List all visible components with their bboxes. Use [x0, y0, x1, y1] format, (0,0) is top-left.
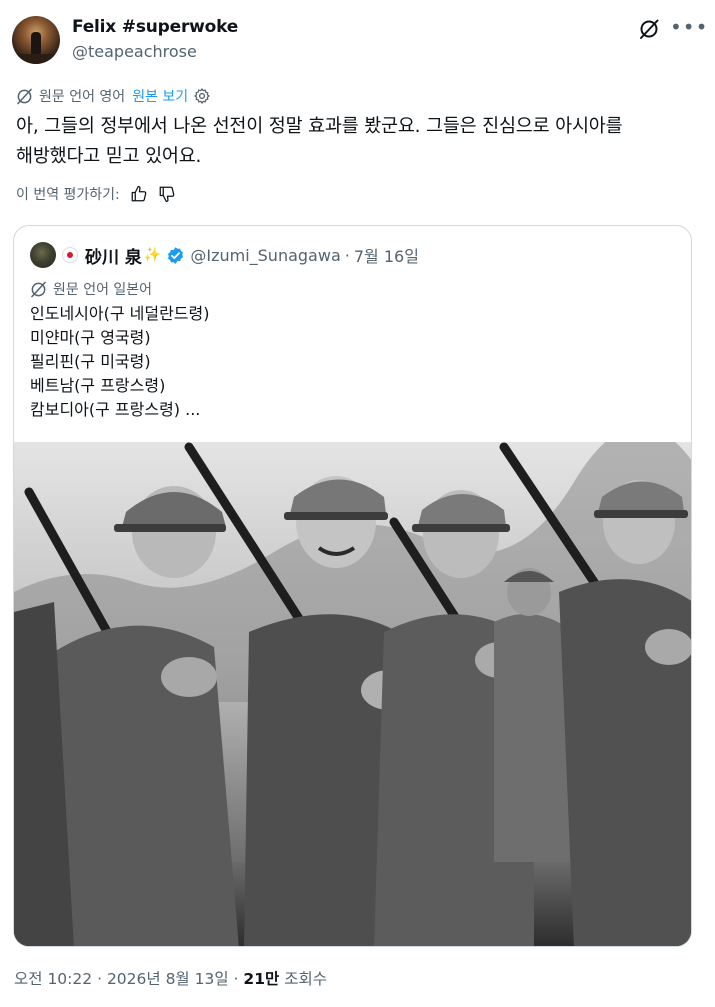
quoted-author-handle[interactable]: @Izumi_Sunagawa: [190, 246, 340, 265]
separator-dot: ·: [97, 970, 102, 988]
quoted-author-row: 砂川 泉 ✨ @Izumi_Sunagawa · 7월 16일: [62, 242, 419, 268]
grok-icon[interactable]: [638, 18, 660, 40]
rate-translation-label: 이 번역 평가하기:: [16, 187, 120, 203]
tweet-text-line: 해방했다고 믿고 있어요.: [16, 146, 202, 167]
quoted-translation-bar: 원문 언어 일본어: [30, 279, 152, 299]
tweet-text: 아, 그들의 정부에서 나온 선전이 정말 효과를 봤군요. 그들은 진심으로 …: [16, 112, 696, 172]
quoted-text-line: 인도네시아(구 네덜란드령): [30, 304, 210, 323]
author-display-name[interactable]: Felix #superwoke: [72, 17, 238, 37]
author-handle[interactable]: @teapeachrose: [72, 42, 197, 61]
rate-translation-bar: 이 번역 평가하기:: [16, 184, 176, 204]
translate-icon: [17, 88, 32, 104]
quoted-author-name[interactable]: 砂川 泉: [85, 243, 142, 268]
views-label: 조회수: [284, 970, 327, 988]
separator-dot: ·: [344, 245, 350, 265]
original-language-label: 원문 언어 영어: [39, 89, 126, 105]
show-original-link[interactable]: 원본 보기: [132, 86, 188, 106]
separator-dot: ·: [233, 970, 239, 988]
japan-flag-icon: [62, 247, 78, 263]
gear-icon[interactable]: [193, 87, 211, 105]
quoted-tweet-date[interactable]: 7월 16일: [354, 243, 419, 267]
thumbs-up-icon[interactable]: [130, 185, 148, 203]
more-icon[interactable]: •••: [670, 16, 707, 40]
quoted-text-line: 캄보디아(구 프랑스령) ...: [30, 400, 201, 419]
tweet-meta: 오전 10:22 · 2026년 8월 13일 · 21만 조회수: [14, 967, 327, 989]
translate-icon: [31, 281, 46, 297]
tweet-date[interactable]: 2026년 8월 13일: [107, 970, 229, 988]
quoted-original-language-label: 원문 언어 일본어: [53, 282, 153, 298]
thumbs-down-icon[interactable]: [158, 185, 176, 203]
quoted-text-line: 베트남(구 프랑스령): [30, 376, 166, 395]
author-avatar[interactable]: [12, 16, 60, 64]
quoted-author-avatar[interactable]: [30, 242, 56, 268]
tweet-detail: Felix #superwoke @teapeachrose ••• 원문 언어…: [0, 0, 715, 1007]
quoted-tweet-photo[interactable]: [14, 442, 692, 947]
views-count: 21만: [243, 970, 280, 988]
quoted-text-line: 필리핀(구 미국령): [30, 352, 151, 371]
sparkle-emoji: ✨: [143, 247, 162, 263]
verified-badge-icon[interactable]: [166, 246, 185, 265]
translation-bar: 원문 언어 영어 원본 보기: [16, 86, 211, 106]
quoted-text-line: 미얀마(구 영국령): [30, 328, 151, 347]
tweet-text-line: 아, 그들의 정부에서 나온 선전이 정말 효과를 봤군요. 그들은 진심으로 …: [16, 116, 623, 137]
quoted-tweet-text: 인도네시아(구 네덜란드령) 미얀마(구 영국령) 필리핀(구 미국령) 베트남…: [30, 302, 210, 422]
quoted-tweet-card[interactable]: 砂川 泉 ✨ @Izumi_Sunagawa · 7월 16일 원문 언어 일본…: [13, 225, 692, 947]
tweet-time[interactable]: 오전 10:22: [14, 970, 92, 988]
